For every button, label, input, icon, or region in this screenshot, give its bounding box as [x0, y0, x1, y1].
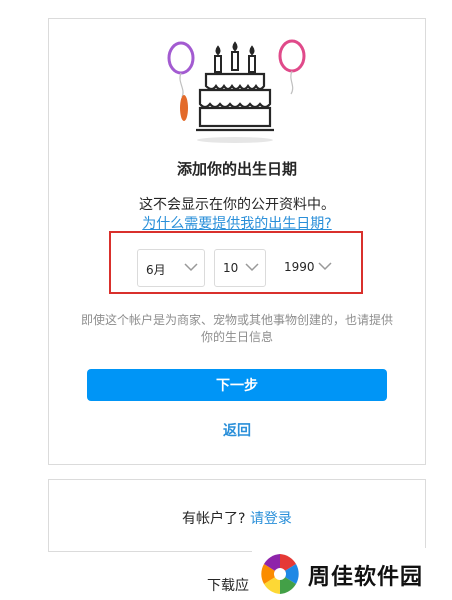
cake-icon — [196, 72, 274, 132]
balloon-left-icon — [167, 41, 195, 121]
birthday-note: 即使这个帐户是为商家、宠物或其他事物创建的，也请提供你的生日信息 — [80, 313, 393, 344]
next-button[interactable]: 下一步 — [87, 369, 387, 401]
login-row: 有帐户了? 请登录 — [48, 508, 426, 528]
login-link[interactable]: 请登录 — [250, 511, 292, 527]
subtitle-text: 这不会显示在你的公开资料中。 — [139, 197, 335, 213]
why-birthday-link[interactable]: 为什么需要提供我的出生日期? — [48, 213, 426, 233]
highlight-annotation-box — [109, 231, 363, 294]
pinwheel-logo-icon — [261, 554, 299, 594]
back-link[interactable]: 返回 — [48, 420, 426, 440]
watermark: 周佳软件园 — [252, 548, 452, 600]
page-title: 添加你的出生日期 — [176, 160, 297, 178]
watermark-text: 周佳软件园 — [308, 565, 424, 590]
balloon-right-icon — [278, 39, 306, 95]
has-account-text: 有帐户了? — [182, 511, 246, 527]
candles-icon — [214, 41, 256, 73]
download-app-text: 下载应 — [207, 578, 249, 594]
birthday-cake-illustration — [167, 39, 306, 143]
